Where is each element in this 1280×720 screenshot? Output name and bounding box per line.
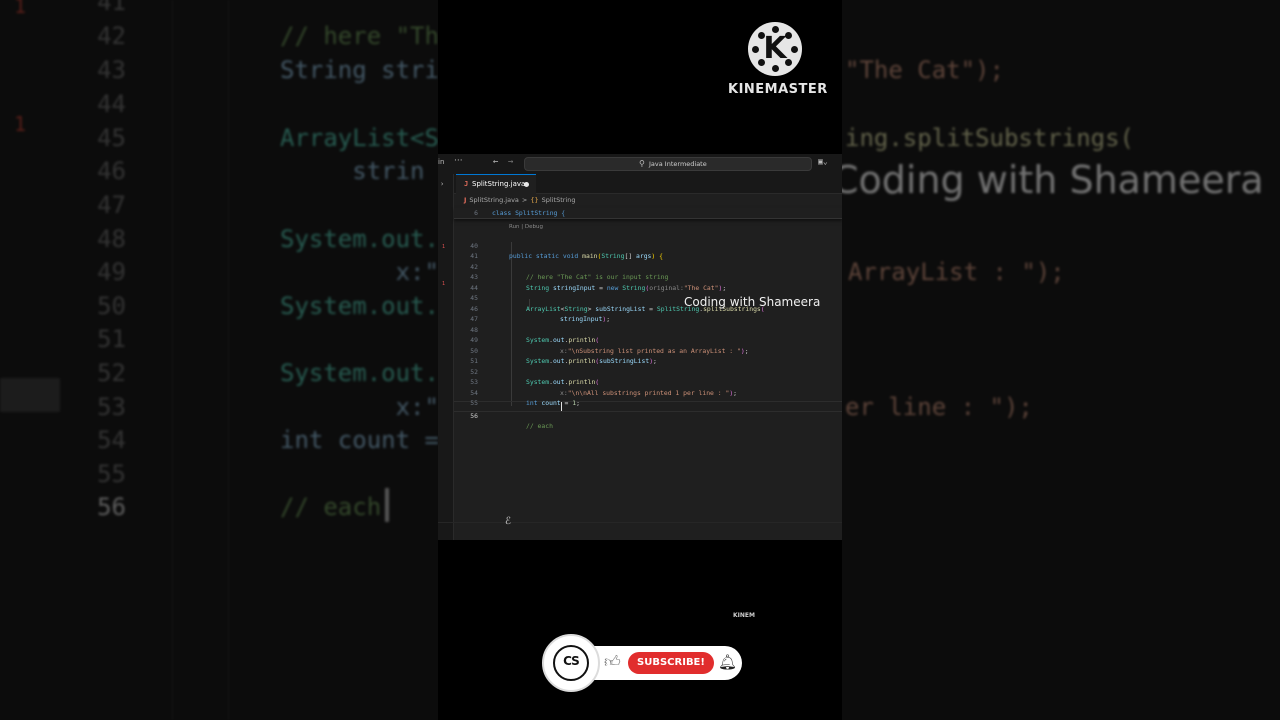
sticky-line-number: 6 <box>474 209 478 217</box>
bg-code-line: x:"\ <box>280 258 454 286</box>
kinemaster-wordmark: KINEMASTER <box>728 82 828 97</box>
breadcrumb: J SplitString.java >{} SplitString <box>464 196 578 208</box>
panel-divider <box>438 522 842 523</box>
code-line[interactable]: 55 <box>454 388 842 407</box>
back-arrow-icon[interactable]: ← <box>493 157 498 167</box>
bg-line-number: 54 <box>97 426 126 454</box>
line-number: 56 <box>470 411 478 420</box>
bg-code-fragment: er line : "); <box>845 393 1033 421</box>
code-line[interactable]: 43 String stringInput = new String(origi… <box>454 262 842 292</box>
channel-initials: CS <box>563 654 580 668</box>
bg-line-number: 43 <box>97 56 126 84</box>
command-center-search[interactable]: ⚲ Java Intermediate <box>524 157 812 171</box>
bg-line-number: 47 <box>97 191 126 219</box>
unsaved-dot-icon[interactable] <box>524 182 529 187</box>
code-line[interactable]: 50 System.out.println(subStringList); <box>454 335 842 366</box>
code-line-current[interactable]: 56 // each <box>454 400 842 431</box>
bg-code-line: x:"\ <box>280 393 454 421</box>
code-line[interactable]: 45 ArrayList<String> subStringList = Spl… <box>454 283 842 313</box>
bg-line-number: 52 <box>97 359 126 387</box>
bg-line-number: 55 <box>97 460 126 488</box>
bg-code-fragment: ing.splitSubstrings( <box>845 124 1134 152</box>
code-line[interactable]: 54 int count = 1; <box>454 377 842 408</box>
breadcrumb-separator: > <box>521 196 528 204</box>
tab-splitstring-java[interactable]: J SplitString.java <box>456 174 536 194</box>
bg-code-line: System.out.p <box>280 359 454 387</box>
bg-line-number-current: 56 <box>97 493 126 521</box>
bg-line-number: 42 <box>97 22 126 50</box>
code-line[interactable]: 49 x:"\nSubstring list printed as an Arr… <box>454 325 842 355</box>
bg-gutter-marker: 1 <box>14 112 27 136</box>
vscode-window: in ··· ← → ⚲ Java Intermediate ▣⌄ › J Sp… <box>438 154 842 540</box>
gutter-marker: 1 <box>442 244 446 250</box>
bg-code-line: System.out.p <box>280 292 454 320</box>
activity-bar: › <box>438 174 454 540</box>
breadcrumb-class[interactable]: SplitString <box>542 196 576 204</box>
bg-channel-watermark: Coding with Shameera <box>832 158 1264 202</box>
title-bar: in ··· ← → ⚲ Java Intermediate ▣⌄ <box>438 154 842 174</box>
bg-line-number: 44 <box>97 90 126 118</box>
bg-line-number: 49 <box>97 258 126 286</box>
bg-line-number: 45 <box>97 124 126 152</box>
bell-icon[interactable]: 🔔︎ <box>718 653 737 671</box>
kinemaster-small-watermark: KINEM <box>733 612 755 619</box>
code-line[interactable]: 51 <box>454 346 842 365</box>
code-text: // each <box>526 422 553 430</box>
channel-watermark: Coding with Shameera <box>684 295 821 309</box>
bg-code-line: System.out.p <box>280 225 454 253</box>
bg-code-line: int count = <box>280 426 439 454</box>
bg-line-number: 41 <box>97 0 126 16</box>
sticky-scroll-header[interactable]: 6 class SplitString { <box>454 208 842 219</box>
java-file-icon: J <box>464 196 467 204</box>
subscribe-button[interactable]: SUBSCRIBE! <box>628 652 714 674</box>
bg-gutter-marker: 1 <box>14 0 27 18</box>
more-menu-icon[interactable]: ··· <box>454 156 463 166</box>
bg-line-number: 48 <box>97 225 126 253</box>
code-line[interactable]: 52 System.out.println( <box>454 356 842 387</box>
bg-line-number: 53 <box>97 393 126 421</box>
breadcrumb-file[interactable]: SplitString.java <box>469 196 519 204</box>
tab-bar: J SplitString.java <box>454 174 842 194</box>
code-line[interactable]: 48 System.out.println( <box>454 314 842 345</box>
search-icon: ⚲ <box>639 159 645 168</box>
class-icon: {} <box>530 196 539 204</box>
tab-label: SplitString.java <box>472 180 526 188</box>
bg-code-line: // here "The <box>280 22 454 50</box>
bg-text-cursor <box>385 488 389 522</box>
bg-line-number: 51 <box>97 325 126 353</box>
bg-code-line: String strin <box>280 56 454 84</box>
menu-fragment[interactable]: in <box>438 158 444 166</box>
ibeam-cursor-icon: ℰ <box>505 516 512 527</box>
thumbs-up-icon[interactable]: 👍︎ <box>604 652 621 672</box>
explorer-icon[interactable]: › <box>440 180 444 188</box>
code-line[interactable]: 41 <box>454 241 842 260</box>
bg-code-line: // each <box>280 493 382 521</box>
kinemaster-logo: K <box>748 22 802 76</box>
sticky-line-text: class SplitString { <box>492 209 566 217</box>
bg-code-fragment: "The Cat"); <box>845 56 1004 84</box>
bg-code-fragment: ArrayList : "); <box>848 258 1065 286</box>
bg-code-line: strin <box>280 157 425 185</box>
forward-arrow-icon[interactable]: → <box>508 157 513 167</box>
search-text: Java Intermediate <box>649 160 707 168</box>
bg-line-number: 46 <box>97 157 126 185</box>
bg-code-line: ArrayList<St <box>280 124 454 152</box>
text-cursor <box>561 402 562 411</box>
code-line[interactable]: 53 x:"\n\nAll substrings printed 1 per l… <box>454 367 842 397</box>
channel-avatar[interactable]: CS <box>542 634 600 692</box>
java-file-icon: J <box>464 180 469 188</box>
avatar-logo-ring: CS <box>553 645 589 681</box>
gutter-marker: 1 <box>442 281 446 287</box>
code-line[interactable]: 40 public static void main(String[] args… <box>454 230 842 261</box>
code-line[interactable]: 42 // here "The Cat" is our input string <box>454 251 842 282</box>
bg-line-number: 50 <box>97 292 126 320</box>
code-line[interactable]: 44 <box>454 272 842 292</box>
copilot-icon[interactable]: ▣⌄ <box>818 157 828 166</box>
